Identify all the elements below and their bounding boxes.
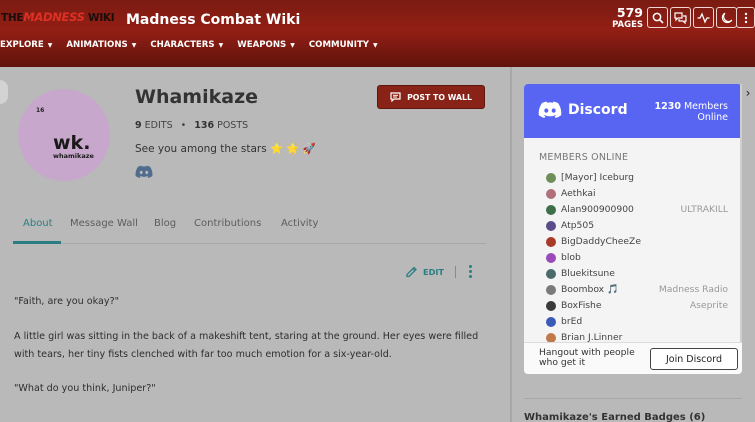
more-button[interactable] [736,7,755,28]
member-name: brEd [561,316,583,327]
rail-divider [510,67,512,422]
list-item[interactable]: [Mayor] Iceburg [546,172,742,185]
list-item[interactable]: Atp505 [546,220,742,233]
member-name: Aethkai [561,188,596,199]
chevron-right-icon: › [745,86,751,100]
nav-animations[interactable]: ANIMATIONS ▼ [66,39,136,51]
profile-stats: 9 EDITS • 136 POSTS [135,120,249,131]
activity-icon [697,11,710,24]
member-name: Alan900900900 [561,204,634,215]
discord-brand[interactable]: Discord [538,101,628,119]
wiki-name[interactable]: Madness Combat Wiki [126,12,300,28]
discord-widget-header: Discord 1230 Members Online [524,84,742,138]
chevron-down-icon: ▼ [47,41,53,49]
chevron-down-icon: ▼ [131,41,137,49]
list-item[interactable]: BoxFishe Aseprite [546,300,742,313]
more-options-icon[interactable] [467,264,473,280]
member-name: BoxFishe [561,300,602,311]
top-header: THEMADNESS WIKI Madness Combat Wiki EXPL… [0,0,755,67]
avatar [546,253,556,263]
profile-bio: See you among the stars ⭐ 🌟 🚀 [135,143,316,155]
edit-button[interactable]: EDIT [405,265,444,278]
search-icon [652,12,664,24]
pencil-icon [406,266,417,278]
list-item[interactable]: Bluekitsune [546,268,742,281]
list-item[interactable]: Aethkai [546,188,742,201]
theme-toggle-button[interactable] [716,7,737,28]
left-rail-toggle[interactable] [0,80,8,104]
discord-footer: Hangout with people who get it Join Disc… [524,342,742,374]
discord-logo-icon [538,101,562,118]
nav-characters[interactable]: CHARACTERS ▼ [150,39,223,51]
list-item[interactable]: Alan900900900 ULTRAKILL [546,204,742,217]
member-name: Atp505 [561,220,595,231]
main-nav: EXPLORE ▼ ANIMATIONS ▼ CHARACTERS ▼ WEAPONS… [0,39,392,51]
right-rail-toggle[interactable]: › [741,80,755,106]
discord-online-count: 1230 Members Online [654,101,728,123]
discussions-icon [674,11,687,24]
article-paragraph: "Faith, are you okay?" [14,296,120,307]
member-name: Bluekitsune [561,268,615,279]
list-item[interactable]: BigDaddyCheeZe [546,236,742,249]
nav-community[interactable]: COMMUNITY ▼ [309,39,378,51]
nav-weapons[interactable]: WEAPONS ▼ [237,39,295,51]
page-count: 579 PAGES [612,5,643,30]
badges-title: Whamikaze's Earned Badges (6) [524,412,706,422]
tab-blog[interactable]: Blog [154,218,176,229]
divider [524,398,742,399]
tab-activity[interactable]: Activity [281,218,318,229]
avatar [546,205,556,215]
chevron-down-icon: ▼ [373,41,378,49]
avatar [546,237,556,247]
speech-bubble-icon [390,92,401,102]
avatar: 16 wk. whamikaze [18,89,110,181]
wiki-logo[interactable]: THEMADNESS WIKI [1,9,115,26]
chevron-down-icon: ▼ [290,41,295,49]
member-name: Boombox 🎵 [561,284,619,295]
tab-message-wall[interactable]: Message Wall [70,218,138,229]
list-item[interactable]: blob [546,252,742,265]
member-name: BigDaddyCheeZe [561,236,641,247]
avatar [546,285,556,295]
nav-explore[interactable]: EXPLORE ▼ [0,39,52,51]
discord-footer-text: Hangout with people who get it [539,347,635,368]
avatar [546,301,556,311]
activity-button[interactable] [693,7,714,28]
discord-widget: Discord 1230 Members Online MEMBERS ONLI… [524,84,742,374]
tab-about[interactable]: About [23,218,53,229]
discord-icon[interactable] [135,165,153,179]
article-paragraph: A little girl was sitting in the back of… [14,331,479,360]
member-activity: Madness Radio [658,284,728,295]
article-paragraph: "What do you think, Juniper?" [14,383,156,394]
divider [455,266,456,278]
scrollbar[interactable] [740,84,742,342]
join-discord-button[interactable]: Join Discord [650,348,738,370]
member-activity: Aseprite [689,300,728,311]
profile-tabs: About Message Wall Blog Contributions Ac… [13,213,486,244]
post-to-wall-button[interactable]: POST TO WALL [377,85,485,109]
chevron-down-icon: ▼ [218,41,224,49]
avatar [546,189,556,199]
search-button[interactable] [647,7,668,28]
username: Whamikaze [135,86,259,108]
avatar [546,317,556,327]
discussions-button[interactable] [670,7,691,28]
avatar [546,269,556,279]
more-vertical-icon [744,12,747,23]
active-tab-indicator [13,241,61,244]
list-item[interactable]: Boombox 🎵 Madness Radio [546,284,742,297]
member-activity: ULTRAKILL [680,204,728,215]
member-name: [Mayor] Iceburg [561,172,634,183]
members-online-title: MEMBERS ONLINE [539,152,629,163]
avatar [546,221,556,231]
member-name: blob [561,252,581,263]
tab-contributions[interactable]: Contributions [194,218,261,229]
moon-icon [721,12,732,23]
avatar [546,173,556,183]
list-item[interactable]: brEd [546,316,742,329]
